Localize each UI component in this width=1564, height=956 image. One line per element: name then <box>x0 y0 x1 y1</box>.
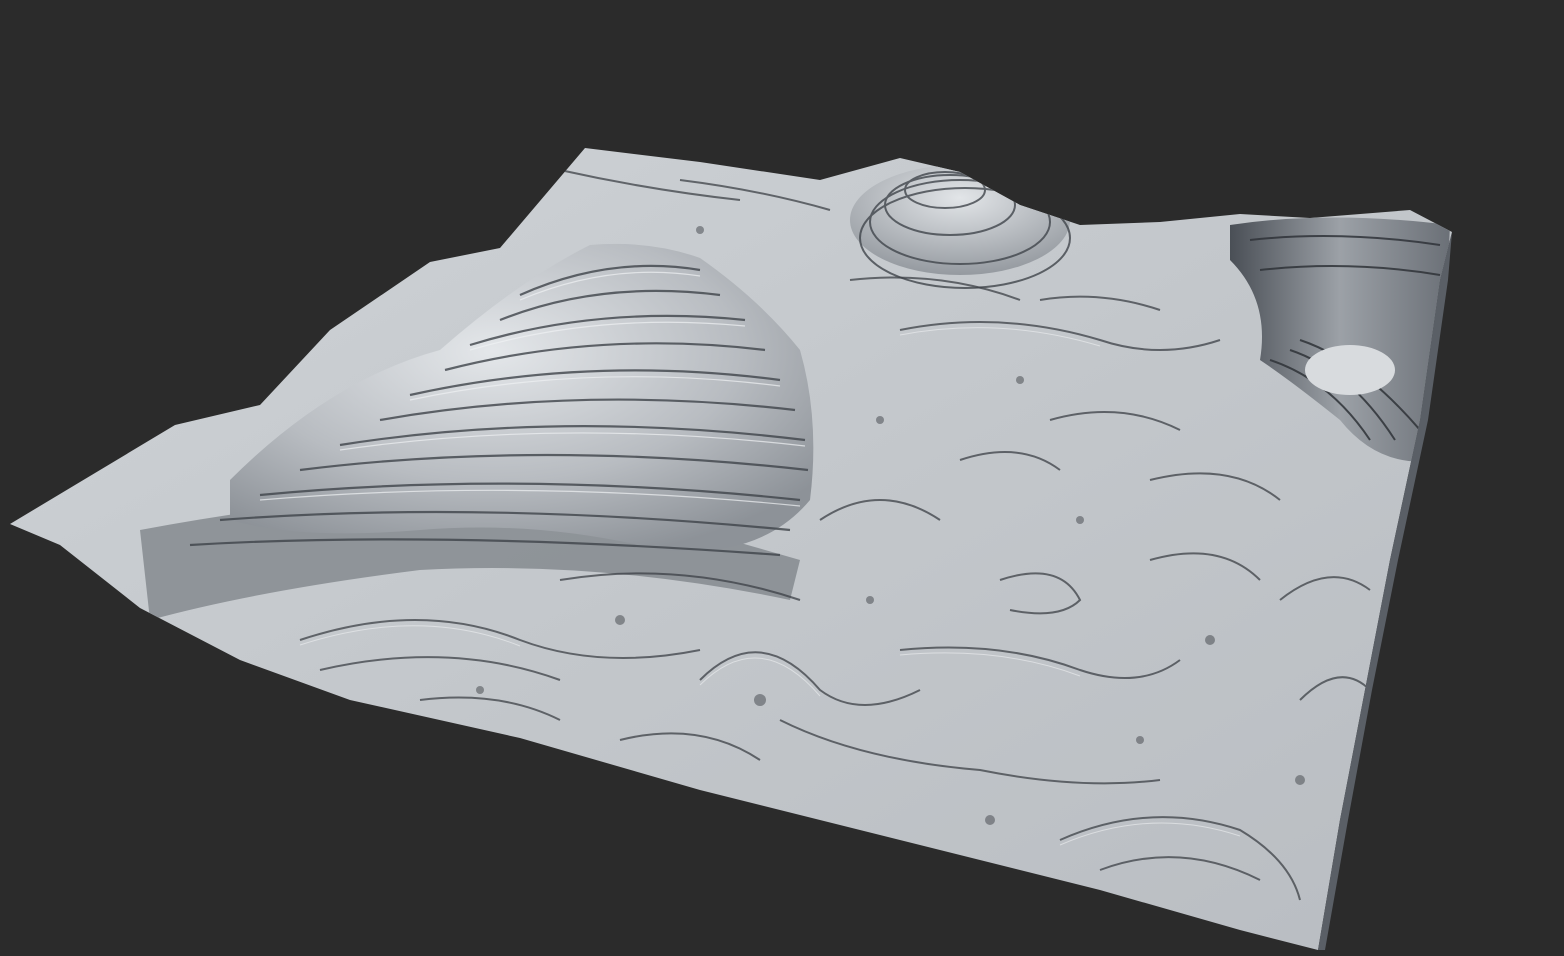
terrain-render <box>10 148 1452 950</box>
back-center-hill <box>850 165 1070 275</box>
3d-viewport[interactable] <box>0 0 1564 956</box>
